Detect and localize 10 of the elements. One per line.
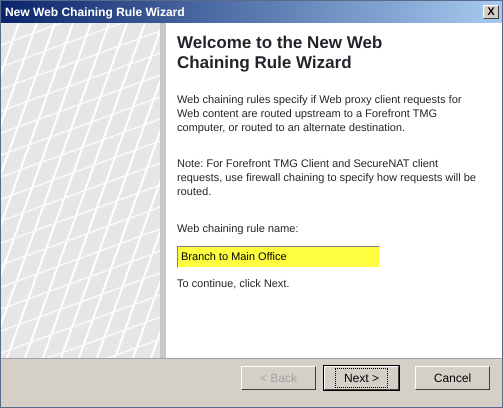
continue-hint: To continue, click Next. (177, 276, 290, 292)
next-button[interactable]: Next > (324, 366, 399, 390)
wizard-heading: Welcome to the New Web Chaining Rule Wizard (177, 33, 384, 73)
close-button[interactable]: X (483, 5, 499, 19)
field-label: Web chaining rule name: (177, 222, 300, 237)
window-title: New Web Chaining Rule Wizard (5, 4, 185, 21)
description-text: Web chaining rules specify if Web proxy client requests for Web content are routed upstream to a Forefront TMG computer, or routed to an alternate destination. (177, 93, 463, 135)
cancel-button[interactable]: Cancel (415, 366, 490, 390)
description-text: Note: For Forefront TMG Client and SecureNAT client requests, use firewall chaining to specify how requests will be routed. (177, 157, 477, 199)
rule-name-field[interactable]: Branch to Main Office (177, 246, 380, 268)
